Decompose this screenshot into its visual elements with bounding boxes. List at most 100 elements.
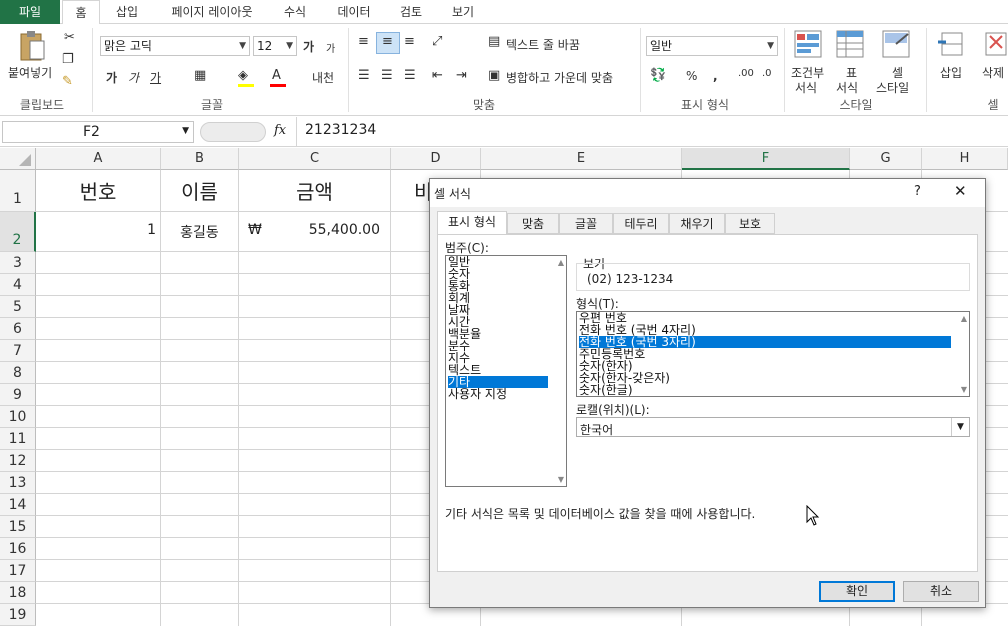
bold-button[interactable]: 가 — [106, 69, 117, 86]
row-header[interactable]: 11 — [0, 428, 36, 450]
tab-review[interactable]: 검토 — [388, 0, 434, 24]
fill-color-icon[interactable]: ◈ — [238, 68, 248, 83]
column-header[interactable]: A — [36, 148, 161, 170]
conditional-format-icon[interactable] — [794, 30, 822, 58]
cancel-button[interactable]: 취소 — [903, 581, 979, 602]
dialog-tab-number[interactable]: 표시 형식 — [437, 211, 507, 235]
category-list[interactable]: 일반 숫자 통화 회계 날짜 시간 백분율 분수 지수 텍스트 기타 사용자 지… — [445, 255, 567, 487]
comma-button[interactable]: , — [713, 69, 718, 83]
paste-button[interactable] — [18, 30, 46, 62]
tab-insert[interactable]: 삽입 — [104, 0, 150, 24]
cell-a1[interactable]: 번호 — [36, 176, 160, 205]
scroll-down-icon[interactable]: ▼ — [961, 385, 967, 394]
row-header[interactable]: 14 — [0, 494, 36, 516]
dialog-tab-fill[interactable]: 채우기 — [669, 213, 725, 234]
format-table-icon[interactable] — [836, 30, 864, 58]
cell-b1[interactable]: 이름 — [161, 176, 238, 205]
cell-c1[interactable]: 금액 — [239, 176, 390, 205]
tab-home[interactable]: 홈 — [62, 0, 100, 25]
row-header[interactable]: 19 — [0, 604, 36, 626]
locale-select[interactable]: 한국어 ▼ — [576, 417, 970, 437]
cell-b2[interactable]: 홍길동 — [161, 222, 238, 242]
decrease-decimal-icon[interactable]: .0 — [762, 68, 772, 79]
formula-input[interactable]: 21231234 — [296, 117, 1008, 147]
merge-center-button[interactable]: 병합하고 가운데 맞춤 — [506, 69, 613, 86]
select-all-button[interactable] — [0, 148, 36, 170]
tab-file[interactable]: 파일 — [0, 0, 60, 24]
grow-font-button[interactable]: 가 — [303, 38, 314, 55]
indent-decrease-icon[interactable]: ⇤ — [432, 68, 443, 83]
insert-cells-icon[interactable] — [938, 30, 966, 58]
name-box[interactable]: F2 ▼ — [2, 121, 194, 143]
currency-icon[interactable]: 💱 — [650, 68, 666, 83]
underline-button[interactable]: 가 — [150, 69, 161, 86]
align-middle-button[interactable]: ≡ — [376, 32, 400, 54]
dialog-tab-protection[interactable]: 보호 — [725, 213, 775, 234]
phonetic-button[interactable]: 내천 — [312, 69, 334, 86]
row-header[interactable]: 16 — [0, 538, 36, 560]
dialog-titlebar[interactable]: 셀 서식 ? ✕ — [430, 179, 985, 207]
increase-decimal-icon[interactable]: .00 — [738, 68, 754, 79]
font-size-select[interactable]: 12 ▼ — [253, 36, 297, 56]
align-center-icon[interactable]: ☰ — [381, 68, 393, 83]
format-table-label-2[interactable]: 서식 — [836, 79, 858, 96]
row-header[interactable]: 15 — [0, 516, 36, 538]
tab-view[interactable]: 보기 — [440, 0, 486, 24]
tab-page-layout[interactable]: 페이지 레이아웃 — [158, 0, 266, 24]
dialog-tab-font[interactable]: 글꼴 — [559, 213, 613, 234]
row-header[interactable]: 6 — [0, 318, 36, 340]
column-header-selected[interactable]: F — [682, 148, 850, 170]
wrap-text-button[interactable]: 텍스트 줄 바꿈 — [506, 36, 580, 53]
category-item[interactable]: 사용자 지정 — [448, 388, 507, 400]
row-header[interactable]: 9 — [0, 384, 36, 406]
align-left-icon[interactable]: ☰ — [358, 68, 370, 83]
type-item[interactable]: 숫자(한글) — [579, 384, 633, 396]
scroll-up-icon[interactable]: ▲ — [558, 258, 564, 267]
scroll-up-icon[interactable]: ▲ — [961, 314, 967, 323]
format-painter-icon[interactable]: ✎ — [62, 74, 73, 89]
shrink-font-button[interactable]: 가 — [326, 40, 335, 55]
tab-formulas[interactable]: 수식 — [272, 0, 318, 24]
row-header[interactable]: 7 — [0, 340, 36, 362]
copy-icon[interactable]: ❐ — [62, 52, 74, 67]
ok-button[interactable]: 확인 — [819, 581, 895, 602]
help-button[interactable]: ? — [914, 184, 921, 199]
orientation-icon[interactable]: ⤢ — [432, 34, 442, 49]
dialog-tab-alignment[interactable]: 맞춤 — [507, 213, 559, 234]
row-header[interactable]: 3 — [0, 252, 36, 274]
row-header[interactable]: 1 — [0, 170, 36, 212]
tab-data[interactable]: 데이터 — [326, 0, 382, 24]
cut-icon[interactable]: ✂ — [64, 30, 75, 45]
row-header[interactable]: 18 — [0, 582, 36, 604]
column-header[interactable]: C — [239, 148, 391, 170]
row-header[interactable]: 13 — [0, 472, 36, 494]
close-button[interactable]: ✕ — [954, 182, 967, 200]
column-header[interactable]: D — [391, 148, 481, 170]
column-header[interactable]: B — [161, 148, 239, 170]
dialog-tab-border[interactable]: 테두리 — [613, 213, 669, 234]
row-header[interactable]: 8 — [0, 362, 36, 384]
scroll-down-icon[interactable]: ▼ — [558, 475, 564, 484]
font-name-select[interactable]: 맑은 고딕 ▼ — [100, 36, 250, 56]
insert-function-icon[interactable]: fx — [274, 123, 286, 138]
formula-bar-handle[interactable] — [200, 122, 266, 142]
insert-cells-label[interactable]: 삽입 — [940, 64, 962, 81]
row-header[interactable]: 17 — [0, 560, 36, 582]
cell-c2-currency[interactable]: ₩ — [248, 222, 262, 238]
font-color-icon[interactable]: A — [272, 68, 281, 83]
number-format-select[interactable]: 일반 ▼ — [646, 36, 778, 56]
paste-label[interactable]: 붙여넣기 — [8, 64, 52, 81]
row-header[interactable]: 10 — [0, 406, 36, 428]
row-header[interactable]: 12 — [0, 450, 36, 472]
indent-increase-icon[interactable]: ⇥ — [456, 68, 467, 83]
conditional-format-label-2[interactable]: 서식 — [795, 79, 817, 96]
row-header-selected[interactable]: 2 — [0, 212, 36, 252]
column-header[interactable]: E — [481, 148, 682, 170]
percent-button[interactable]: % — [686, 69, 697, 83]
align-top-icon[interactable]: ≡ — [358, 34, 369, 49]
align-right-icon[interactable]: ☰ — [404, 68, 416, 83]
column-header[interactable]: G — [850, 148, 922, 170]
type-list[interactable]: 우편 번호 전화 번호 (국번 4자리) 전화 번호 (국번 3자리) 주민등록… — [576, 311, 970, 397]
cell-a2[interactable]: 1 — [36, 222, 156, 238]
italic-button[interactable]: 가 — [128, 69, 139, 86]
